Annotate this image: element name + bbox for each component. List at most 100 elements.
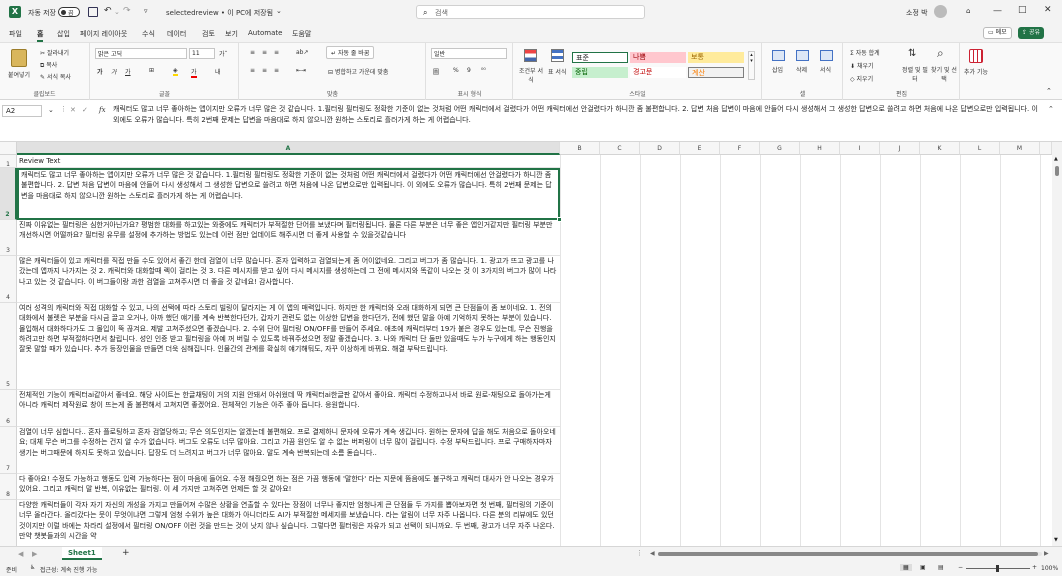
user-name[interactable]: 소정 박	[906, 8, 928, 18]
cell-a8[interactable]: 다 좋아요! 수정도 가능하고 행동도 입력 가능하다는 점이 마음에 들어요.…	[17, 474, 560, 500]
scroll-left-icon[interactable]: ◀	[650, 550, 655, 557]
row-header-1[interactable]: 1	[0, 155, 17, 168]
prev-sheet-icon[interactable]: ◀	[18, 550, 23, 558]
horizontal-scroll-thumb[interactable]	[658, 552, 1038, 556]
accessibility-icon[interactable]: ♿	[30, 564, 35, 571]
style-neutral[interactable]: 중립	[572, 67, 628, 78]
align-top-icon[interactable]: ≡	[250, 49, 255, 56]
insert-function-icon[interactable]: fx	[99, 106, 106, 114]
wrap-text-button[interactable]: ↵ 자동 줄 바꿈	[326, 46, 375, 59]
undo-icon[interactable]: ↶	[104, 6, 112, 16]
tab-help[interactable]: 도움말	[292, 29, 311, 39]
find-select-icon[interactable]: ⌕	[937, 46, 944, 61]
row-header-2[interactable]: 2	[0, 168, 17, 220]
cut-button[interactable]: ✂ 잘라내기	[40, 48, 69, 57]
column-header-e[interactable]: E	[680, 142, 720, 155]
fill-button[interactable]: ⬇ 채우기	[850, 61, 874, 70]
worksheet-grid[interactable]: A B C D E F G H I J K L M 1 Review Text …	[0, 142, 1062, 546]
page-break-view-icon[interactable]: ▤	[938, 564, 944, 571]
tab-review[interactable]: 검토	[202, 29, 215, 39]
expand-formula-icon[interactable]: ⌃	[1048, 105, 1054, 113]
column-header-c[interactable]: C	[600, 142, 640, 155]
minimize-icon[interactable]: —	[993, 6, 1002, 16]
font-name-select[interactable]: 맑은 고딕	[95, 48, 187, 59]
autosum-button[interactable]: Σ 자동 합계	[850, 48, 880, 57]
close-icon[interactable]: ✕	[1044, 5, 1052, 15]
column-header-d[interactable]: D	[640, 142, 680, 155]
page-layout-view-icon[interactable]: ▣	[920, 564, 926, 571]
font-size-select[interactable]: 11	[189, 48, 215, 59]
scroll-thumb[interactable]	[1055, 166, 1059, 176]
column-header-m[interactable]: M	[1000, 142, 1040, 155]
align-left-icon[interactable]: ≡	[250, 67, 255, 74]
number-format-select[interactable]: 일반	[431, 48, 507, 59]
style-warning[interactable]: 경고문	[630, 67, 686, 78]
border-icon[interactable]: ⊞	[149, 67, 154, 74]
tab-view[interactable]: 보기	[225, 29, 238, 39]
cell-a5[interactable]: 여러 성격의 캐릭터와 직접 대화할 수 있고, 나의 선택에 따라 스토리 빌…	[17, 303, 560, 390]
style-bad[interactable]: 나쁨	[630, 52, 686, 63]
percent-icon[interactable]: %	[453, 67, 459, 74]
formula-input[interactable]: 캐릭터도 많고 너무 좋아하는 앱이지만 오류가 너무 많은 것 같습니다. 1…	[113, 104, 1041, 134]
column-header-h[interactable]: H	[800, 142, 840, 155]
accessibility-status[interactable]: 접근성: 계속 진행 가능	[40, 565, 97, 574]
clear-button[interactable]: ◇ 지우기	[850, 74, 873, 83]
sort-filter-button[interactable]: 정렬 및 필터	[902, 65, 928, 83]
decimal-icon[interactable]: ⁰⁰	[481, 67, 486, 74]
horizontal-scrollbar[interactable]	[658, 552, 1042, 556]
column-header-j[interactable]: J	[880, 142, 920, 155]
name-box-dropdown-icon[interactable]: ⌄	[48, 106, 54, 114]
fill-color-icon[interactable]: ◈	[173, 67, 178, 76]
scroll-up-icon[interactable]: ▲	[1054, 156, 1058, 162]
qat-customize-icon[interactable]: ▿	[144, 7, 148, 15]
indent-icon[interactable]: ⇤⇥	[296, 67, 306, 74]
column-header-n[interactable]	[1040, 142, 1052, 155]
undo-dropdown-icon[interactable]: ⌄	[114, 8, 120, 16]
redo-icon[interactable]: ↷	[123, 6, 131, 16]
row-header-3[interactable]: 3	[0, 220, 17, 256]
next-sheet-icon[interactable]: ▶	[32, 550, 37, 558]
chevron-down-icon[interactable]: ⌄	[276, 7, 282, 15]
accounting-icon[interactable]: 圖	[433, 67, 439, 76]
orientation-icon[interactable]: ab↗	[296, 49, 309, 56]
zoom-level[interactable]: 100%	[1041, 565, 1058, 572]
avatar[interactable]	[934, 5, 947, 18]
cell-a6[interactable]: 전체적인 기능이 캐릭터ai같아서 좋네요. 해당 사이트는 한글채팅이 거의 …	[17, 390, 560, 427]
format-cells-button[interactable]: 서식	[820, 65, 831, 74]
find-select-button[interactable]: 찾기 및 선택	[930, 65, 958, 83]
ribbon-display-icon[interactable]: ⌂	[966, 7, 970, 15]
memo-button[interactable]: ▭ 메모	[983, 27, 1012, 39]
cell-a9[interactable]: 다양한 캐릭터들이 각자 자기 자신의 개성을 가지고 만들어져 수많은 상황을…	[17, 500, 560, 546]
enter-icon[interactable]: ✓	[82, 106, 88, 114]
bold-icon[interactable]: 가	[97, 67, 103, 76]
copy-button[interactable]: ⧉ 복사	[40, 60, 57, 70]
column-header-i[interactable]: I	[840, 142, 880, 155]
normal-view-icon[interactable]: ▦	[900, 564, 912, 571]
row-header-6[interactable]: 6	[0, 390, 17, 427]
delete-cells-icon[interactable]	[796, 50, 809, 61]
cell-a1[interactable]: Review Text	[17, 155, 560, 168]
vertical-scrollbar[interactable]: ▲ ▼	[1052, 142, 1062, 546]
tab-automate[interactable]: Automate	[248, 29, 282, 37]
maximize-icon[interactable]: □	[1018, 5, 1027, 15]
style-calculation[interactable]: 계산	[688, 67, 744, 78]
collapse-ribbon-icon[interactable]: ⌃	[1046, 87, 1052, 95]
add-sheet-icon[interactable]: +	[122, 548, 130, 558]
cell-a2[interactable]: 캐릭터도 많고 너무 좋아하는 앱이지만 오류가 너무 많은 것 같습니다. 1…	[17, 168, 560, 220]
cell-a4[interactable]: 많은 캐릭터들이 있고 캐릭터를 직접 만들 수도 있어서 좋긴 한데 검열이 …	[17, 256, 560, 303]
autosave-toggle[interactable]: 끔	[58, 7, 80, 17]
scroll-right-icon[interactable]: ▶	[1044, 550, 1049, 557]
table-format-button[interactable]: 표 서식	[548, 67, 566, 76]
conditional-format-button[interactable]: 조건부 서식	[518, 66, 544, 84]
column-header-k[interactable]: K	[920, 142, 960, 155]
insert-cells-icon[interactable]	[772, 50, 785, 61]
merge-center-button[interactable]: ⊟ 병합하고 가운데 맞춤	[328, 67, 388, 76]
styles-scroll-icon[interactable]: ▴ ▾	[748, 51, 755, 80]
comma-icon[interactable]: 9	[467, 67, 471, 74]
addins-button[interactable]: 추가 기능	[964, 67, 988, 76]
cell-a3[interactable]: 진짜 이유없는 필터링은 심한거아닌가요? 평범한 대화를 하고있는 와중에도 …	[17, 220, 560, 256]
tab-page-layout[interactable]: 페이지 레이아웃	[80, 29, 127, 39]
tab-data[interactable]: 데이터	[167, 29, 186, 39]
tab-file[interactable]: 파일	[9, 29, 22, 39]
tab-formulas[interactable]: 수식	[142, 29, 155, 39]
